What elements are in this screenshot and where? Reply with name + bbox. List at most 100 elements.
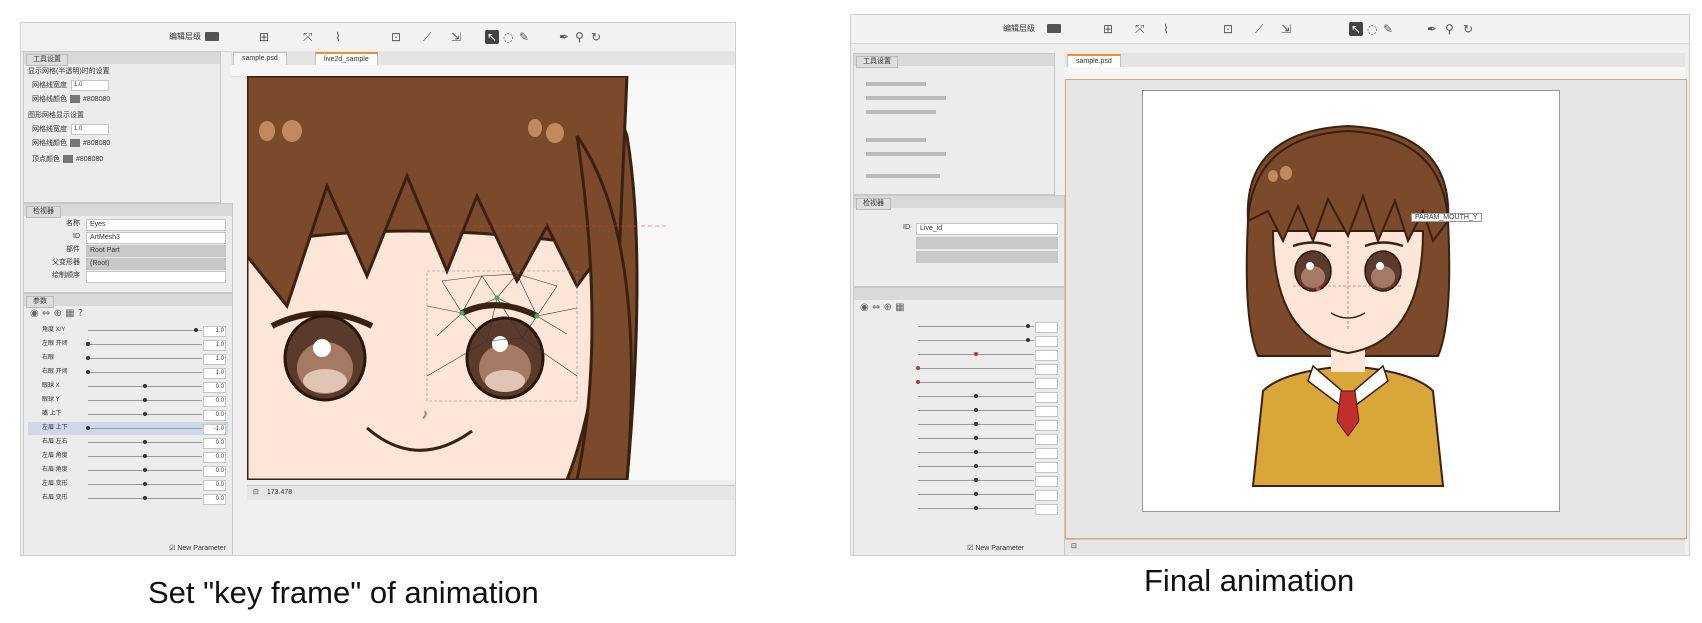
edit-canvas[interactable] (247, 76, 735, 480)
slider-knob[interactable] (86, 370, 90, 374)
parameter-row[interactable]: 右眼 1.0 (28, 352, 228, 365)
parameter-slider[interactable] (918, 326, 1034, 327)
slider-knob[interactable] (143, 412, 147, 416)
parameter-row[interactable] (858, 474, 1060, 487)
parameters-tab[interactable]: 参数 (26, 296, 54, 308)
parameter-slider[interactable] (918, 368, 1034, 369)
id-field[interactable]: ArtMesh3 (86, 232, 226, 244)
mesh-edit-icon[interactable]: ⊞ (259, 30, 269, 44)
slider-knob[interactable] (143, 468, 147, 472)
lasso-icon[interactable]: ◌ (503, 30, 513, 44)
part-select[interactable] (916, 237, 1058, 249)
parameter-row[interactable] (858, 334, 1060, 347)
brush-icon[interactable]: ✎ (1383, 22, 1393, 36)
parameter-value[interactable] (1035, 406, 1058, 417)
parameter-row[interactable]: 眼球 Y 0.0 (28, 394, 228, 407)
parameter-slider[interactable] (88, 428, 202, 429)
slider-knob[interactable] (143, 384, 147, 388)
part-select[interactable]: Root Part (86, 245, 226, 257)
warp-icon[interactable]: ⊡ (391, 30, 401, 44)
record-icon[interactable]: ◉ (860, 302, 869, 313)
brush-icon[interactable]: ✎ (519, 30, 529, 44)
edit-canvas[interactable]: PARAM_MOUTH_Y (1065, 79, 1687, 539)
keyform-icon[interactable]: ⊕ (884, 302, 892, 313)
parameter-row[interactable]: 眼球 X 0.0 (28, 380, 228, 393)
slider-knob[interactable] (86, 426, 90, 430)
slider-knob[interactable] (143, 482, 147, 486)
parameter-slider[interactable] (88, 372, 202, 373)
parameter-row[interactable] (858, 376, 1060, 389)
help-icon[interactable]: ? (78, 308, 83, 319)
zoom-icon[interactable]: ⊡ (1071, 543, 1077, 550)
link-icon[interactable]: ⇔ (872, 302, 880, 313)
slider-knob[interactable] (143, 398, 147, 402)
eyedropper-icon[interactable]: ⚲ (575, 30, 584, 44)
slider-knob[interactable] (974, 352, 978, 356)
slider-knob[interactable] (86, 356, 90, 360)
inspector-tab[interactable]: 检视器 (26, 206, 61, 218)
keyform-icon[interactable]: ⊕ (54, 308, 62, 319)
parameter-value[interactable] (1035, 476, 1058, 487)
zoom-value[interactable]: 173.478 (267, 489, 292, 496)
parameter-value[interactable]: 0.0 (203, 382, 226, 393)
parameter-value[interactable] (1035, 378, 1058, 389)
slider-knob[interactable] (974, 436, 978, 440)
parameter-value[interactable] (1035, 322, 1058, 333)
parameter-row[interactable] (858, 418, 1060, 431)
parameter-value[interactable]: 0.0 (203, 466, 226, 477)
pen-icon[interactable]: ✒ (559, 30, 569, 44)
parameter-value[interactable]: 0.0 (203, 396, 226, 407)
slider-knob[interactable] (143, 440, 147, 444)
record-icon[interactable]: ◉ (30, 308, 39, 319)
parameter-value[interactable]: -1.0 (203, 424, 226, 435)
mesh-color-swatch[interactable] (70, 95, 80, 104)
edit-level-selector[interactable] (205, 32, 219, 41)
parameter-slider[interactable] (88, 358, 202, 359)
parameter-value[interactable]: 0.0 (203, 438, 226, 449)
parameter-value[interactable]: 0.0 (203, 410, 226, 421)
graphic-color-swatch[interactable] (70, 139, 80, 148)
name-field[interactable]: Eyes (86, 219, 226, 231)
parameter-value[interactable]: 1.0 (203, 326, 226, 337)
slider-knob[interactable] (974, 450, 978, 454)
parameter-row[interactable]: 左眼 开闭 1.0 (28, 338, 228, 351)
slider-knob[interactable] (916, 366, 920, 370)
new-parameter-button[interactable]: ☑ New Parameter (169, 544, 226, 552)
slider-knob[interactable] (974, 464, 978, 468)
bone-icon[interactable]: ⟋ (1255, 22, 1263, 36)
parameter-row[interactable]: 右眉 角度 0.0 (28, 464, 228, 477)
parameter-row[interactable]: 右眼 开闭 1.0 (28, 366, 228, 379)
parameter-row[interactable]: 右眉 左右 0.0 (28, 436, 228, 449)
parameter-row[interactable] (858, 432, 1060, 445)
parameter-value[interactable] (1035, 504, 1058, 515)
parameter-slider[interactable] (88, 344, 202, 345)
select-tool-icon[interactable]: ↖ (485, 30, 499, 44)
slider-knob[interactable] (143, 496, 147, 500)
parent-deformer-select[interactable]: (Root) (86, 258, 226, 270)
slider-knob[interactable] (1026, 324, 1031, 328)
parameter-slider[interactable] (88, 330, 202, 331)
parameter-row[interactable] (858, 390, 1060, 403)
parameter-value[interactable] (1035, 392, 1058, 403)
pin-icon[interactable]: ⇲ (1281, 22, 1291, 36)
deform-icon[interactable]: ⤧ (1135, 22, 1145, 36)
pin-icon[interactable]: ⇲ (451, 30, 461, 44)
slider-knob[interactable] (974, 408, 978, 412)
slider-knob[interactable] (974, 478, 978, 482)
parameter-row[interactable] (858, 446, 1060, 459)
parameter-row[interactable]: 左眉 角度 0.0 (28, 450, 228, 463)
parameter-row[interactable]: 右眉 变形 0.0 (28, 492, 228, 505)
lasso-icon[interactable]: ◌ (1367, 22, 1377, 36)
rotate-icon[interactable]: ↻ (591, 30, 601, 44)
id-field[interactable]: Live_id (916, 223, 1058, 235)
parameter-slider[interactable] (918, 340, 1034, 341)
parameter-value[interactable] (1035, 336, 1058, 347)
inspector-tab[interactable]: 检视器 (856, 198, 891, 210)
slider-knob[interactable] (143, 454, 147, 458)
parameter-row[interactable] (858, 362, 1060, 375)
parameter-row[interactable] (858, 488, 1060, 501)
parameter-row[interactable] (858, 348, 1060, 361)
eyedropper-icon[interactable]: ⚲ (1445, 22, 1454, 36)
parameter-row[interactable]: 角度 X/Y 1.0 (28, 324, 228, 337)
mesh-width-input[interactable]: 1.0 (71, 80, 109, 91)
